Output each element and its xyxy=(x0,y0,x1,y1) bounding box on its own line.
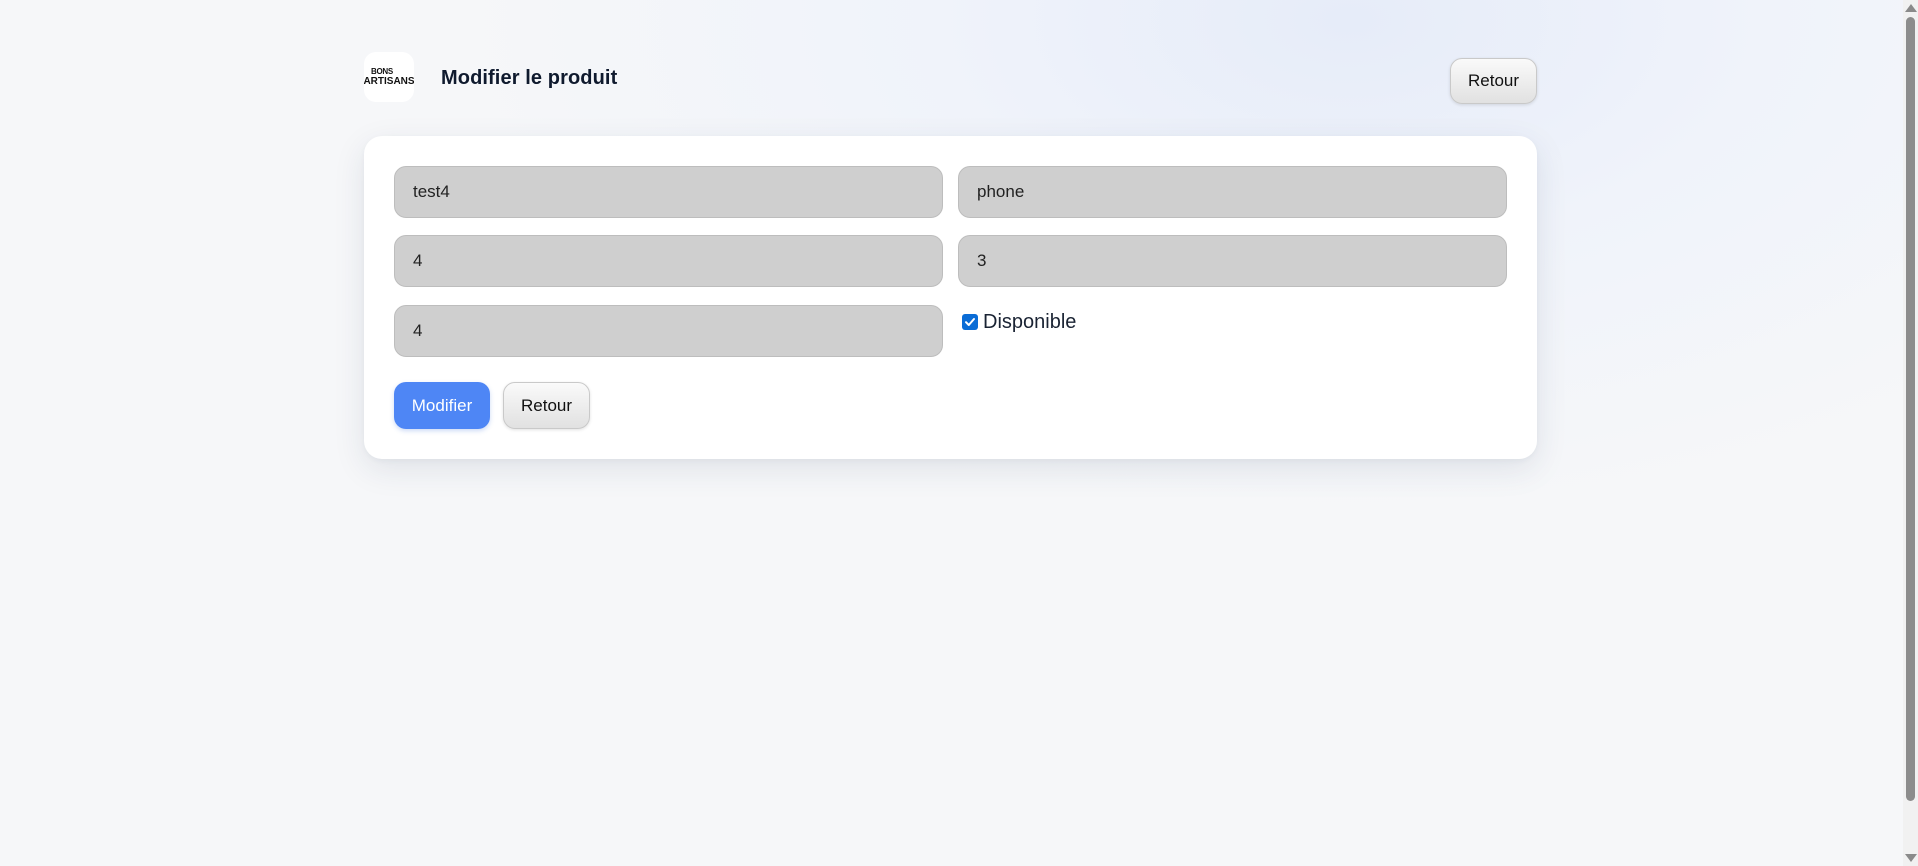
product-form-card: Disponible Modifier Retour xyxy=(364,136,1537,459)
form-back-button[interactable]: Retour xyxy=(503,382,590,429)
page-title: Modifier le produit xyxy=(441,67,618,89)
scroll-thumb[interactable] xyxy=(1906,17,1915,801)
available-checkbox-label[interactable]: Disponible xyxy=(983,311,1076,334)
product-extra-input[interactable] xyxy=(394,305,943,357)
available-checkbox-row[interactable]: Disponible xyxy=(962,309,1076,335)
modify-button[interactable]: Modifier xyxy=(394,382,490,429)
product-quantity-input[interactable] xyxy=(958,235,1507,287)
page-container: BONS ARTISANS Modifier le produit Retour… xyxy=(364,50,1537,459)
vertical-scrollbar[interactable] xyxy=(1903,0,1918,866)
product-price-input[interactable] xyxy=(394,235,943,287)
logo: BONS ARTISANS xyxy=(364,52,414,102)
product-name-input[interactable] xyxy=(394,166,943,218)
header: BONS ARTISANS Modifier le produit Retour xyxy=(364,50,1537,108)
product-category-input[interactable] xyxy=(958,166,1507,218)
header-back-button[interactable]: Retour xyxy=(1450,58,1537,104)
scroll-down-arrow-icon[interactable] xyxy=(1905,854,1917,862)
logo-text-bottom: ARTISANS xyxy=(364,75,414,87)
checkmark-icon xyxy=(965,318,975,326)
logo-text-top: BONS xyxy=(371,66,393,76)
scroll-up-arrow-icon[interactable] xyxy=(1905,4,1917,12)
available-checkbox[interactable] xyxy=(962,314,978,330)
